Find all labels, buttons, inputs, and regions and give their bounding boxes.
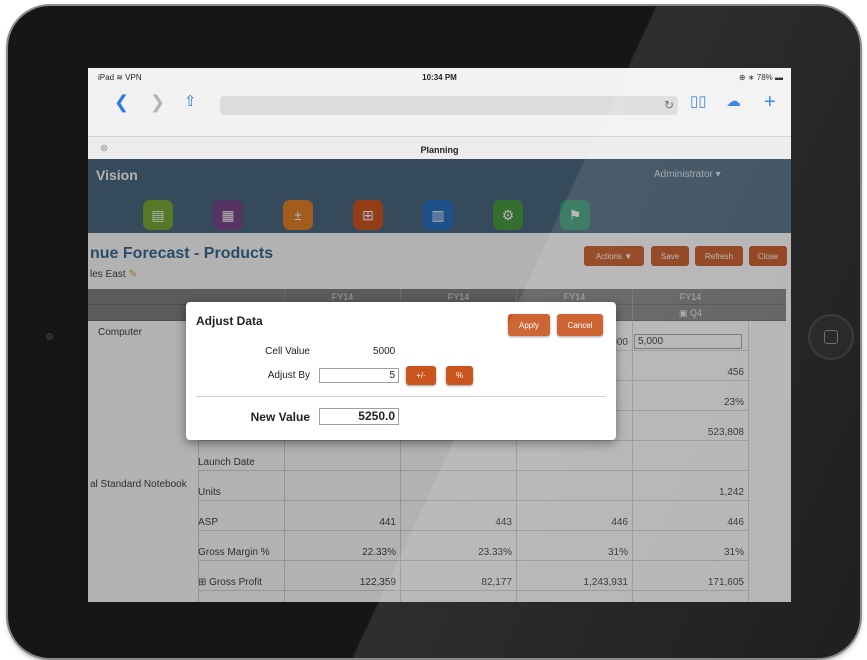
dialog-title: Adjust Data <box>196 314 263 328</box>
new-tab-icon[interactable]: + <box>764 92 776 112</box>
home-icon <box>824 330 838 344</box>
home-button[interactable] <box>808 314 854 360</box>
forward-icon[interactable]: ❯ <box>150 93 165 111</box>
reload-icon[interactable]: ↻ <box>664 98 674 112</box>
camera-dot <box>46 333 53 340</box>
back-icon[interactable]: ❮ <box>114 93 129 111</box>
url-bar[interactable]: ↻ <box>220 96 678 115</box>
cancel-button[interactable]: Cancel <box>557 314 603 336</box>
adjust-by-label: Adjust By <box>267 370 310 381</box>
apply-button[interactable]: Apply <box>508 314 550 336</box>
new-value-input[interactable]: 5250.0 <box>319 408 399 425</box>
share-icon[interactable]: ⇧ <box>184 93 197 111</box>
percent-button[interactable]: % <box>446 366 473 385</box>
safari-toolbar: ❮ ❯ ⇧ ↻ ▯▯ ☁ + ⊗ Planning <box>88 88 791 163</box>
cloud-tabs-icon[interactable]: ☁ <box>726 93 741 111</box>
plus-minus-button[interactable]: +/- <box>406 366 436 385</box>
status-battery: ⊕ ∗ 78% ▬ <box>738 73 783 82</box>
cell-value-label: Cell Value <box>265 346 310 357</box>
status-bar: iPad ≋ VPN 10:34 PM ⊕ ∗ 78% ▬ <box>88 68 791 88</box>
bookmarks-icon[interactable]: ▯▯ <box>690 93 707 111</box>
adjust-data-dialog: Adjust Data Apply Cancel Cell Value 5000… <box>186 302 616 440</box>
new-value-label: New Value <box>250 410 310 424</box>
adjust-by-input[interactable]: 5 <box>319 368 399 383</box>
cell-value: 5000 <box>373 346 396 357</box>
status-time: 10:34 PM <box>422 73 457 82</box>
tab-title[interactable]: Planning <box>88 145 791 155</box>
dialog-divider <box>196 396 606 397</box>
